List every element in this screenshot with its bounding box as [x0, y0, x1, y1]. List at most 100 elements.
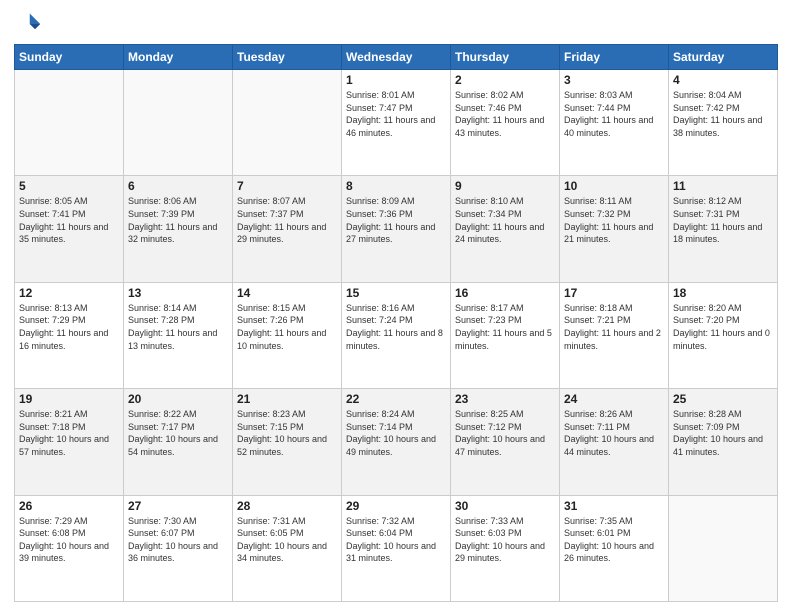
calendar-cell: 19 Sunrise: 8:21 AMSunset: 7:18 PMDayligh…: [15, 389, 124, 495]
day-info: Sunrise: 8:18 AMSunset: 7:21 PMDaylight:…: [564, 302, 664, 352]
day-number: 22: [346, 392, 446, 406]
calendar-cell: 10 Sunrise: 8:11 AMSunset: 7:32 PMDayligh…: [560, 176, 669, 282]
day-info: Sunrise: 7:30 AMSunset: 6:07 PMDaylight:…: [128, 515, 228, 565]
day-number: 31: [564, 499, 664, 513]
day-number: 3: [564, 73, 664, 87]
logo-icon: [14, 10, 42, 38]
day-info: Sunrise: 8:20 AMSunset: 7:20 PMDaylight:…: [673, 302, 773, 352]
day-info: Sunrise: 8:05 AMSunset: 7:41 PMDaylight:…: [19, 195, 119, 245]
calendar-week-row: 1 Sunrise: 8:01 AMSunset: 7:47 PMDaylight…: [15, 70, 778, 176]
day-info: Sunrise: 8:09 AMSunset: 7:36 PMDaylight:…: [346, 195, 446, 245]
day-info: Sunrise: 8:24 AMSunset: 7:14 PMDaylight:…: [346, 408, 446, 458]
day-number: 14: [237, 286, 337, 300]
day-number: 4: [673, 73, 773, 87]
day-number: 15: [346, 286, 446, 300]
day-info: Sunrise: 8:16 AMSunset: 7:24 PMDaylight:…: [346, 302, 446, 352]
weekday-header: Saturday: [669, 45, 778, 70]
day-number: 7: [237, 179, 337, 193]
calendar-week-row: 5 Sunrise: 8:05 AMSunset: 7:41 PMDaylight…: [15, 176, 778, 282]
page: SundayMondayTuesdayWednesdayThursdayFrid…: [0, 0, 792, 612]
calendar-cell: 12 Sunrise: 8:13 AMSunset: 7:29 PMDayligh…: [15, 282, 124, 388]
day-number: 12: [19, 286, 119, 300]
calendar-cell: 4 Sunrise: 8:04 AMSunset: 7:42 PMDaylight…: [669, 70, 778, 176]
day-info: Sunrise: 8:28 AMSunset: 7:09 PMDaylight:…: [673, 408, 773, 458]
day-number: 5: [19, 179, 119, 193]
day-number: 9: [455, 179, 555, 193]
day-number: 6: [128, 179, 228, 193]
calendar-week-row: 12 Sunrise: 8:13 AMSunset: 7:29 PMDayligh…: [15, 282, 778, 388]
day-info: Sunrise: 8:07 AMSunset: 7:37 PMDaylight:…: [237, 195, 337, 245]
calendar-cell: 24 Sunrise: 8:26 AMSunset: 7:11 PMDayligh…: [560, 389, 669, 495]
calendar-cell: 8 Sunrise: 8:09 AMSunset: 7:36 PMDaylight…: [342, 176, 451, 282]
day-info: Sunrise: 8:26 AMSunset: 7:11 PMDaylight:…: [564, 408, 664, 458]
calendar-cell: 31 Sunrise: 7:35 AMSunset: 6:01 PMDayligh…: [560, 495, 669, 601]
day-number: 27: [128, 499, 228, 513]
calendar-cell: [669, 495, 778, 601]
day-info: Sunrise: 8:21 AMSunset: 7:18 PMDaylight:…: [19, 408, 119, 458]
calendar-week-row: 26 Sunrise: 7:29 AMSunset: 6:08 PMDayligh…: [15, 495, 778, 601]
calendar-cell: 23 Sunrise: 8:25 AMSunset: 7:12 PMDayligh…: [451, 389, 560, 495]
day-info: Sunrise: 7:31 AMSunset: 6:05 PMDaylight:…: [237, 515, 337, 565]
day-number: 21: [237, 392, 337, 406]
day-number: 2: [455, 73, 555, 87]
day-number: 26: [19, 499, 119, 513]
day-info: Sunrise: 7:32 AMSunset: 6:04 PMDaylight:…: [346, 515, 446, 565]
calendar-cell: 25 Sunrise: 8:28 AMSunset: 7:09 PMDayligh…: [669, 389, 778, 495]
day-info: Sunrise: 8:01 AMSunset: 7:47 PMDaylight:…: [346, 89, 446, 139]
calendar-cell: 3Sunrise: 8:03 AMSunset: 7:44 PMDaylight…: [560, 70, 669, 176]
calendar-cell: 17 Sunrise: 8:18 AMSunset: 7:21 PMDayligh…: [560, 282, 669, 388]
calendar-cell: 28 Sunrise: 7:31 AMSunset: 6:05 PMDayligh…: [233, 495, 342, 601]
day-info: Sunrise: 8:10 AMSunset: 7:34 PMDaylight:…: [455, 195, 555, 245]
day-info: Sunrise: 8:02 AMSunset: 7:46 PMDaylight:…: [455, 89, 555, 139]
calendar-cell: [15, 70, 124, 176]
day-info: Sunrise: 7:29 AMSunset: 6:08 PMDaylight:…: [19, 515, 119, 565]
day-number: 23: [455, 392, 555, 406]
day-number: 29: [346, 499, 446, 513]
day-number: 20: [128, 392, 228, 406]
day-number: 18: [673, 286, 773, 300]
calendar-cell: 11Sunrise: 8:12 AMSunset: 7:31 PMDayligh…: [669, 176, 778, 282]
calendar-week-row: 19 Sunrise: 8:21 AMSunset: 7:18 PMDayligh…: [15, 389, 778, 495]
calendar-cell: 16 Sunrise: 8:17 AMSunset: 7:23 PMDayligh…: [451, 282, 560, 388]
day-info: Sunrise: 8:06 AMSunset: 7:39 PMDaylight:…: [128, 195, 228, 245]
day-number: 13: [128, 286, 228, 300]
calendar-cell: [124, 70, 233, 176]
day-info: Sunrise: 8:14 AMSunset: 7:28 PMDaylight:…: [128, 302, 228, 352]
day-number: 30: [455, 499, 555, 513]
weekday-header: Sunday: [15, 45, 124, 70]
day-info: Sunrise: 8:23 AMSunset: 7:15 PMDaylight:…: [237, 408, 337, 458]
calendar-cell: [233, 70, 342, 176]
calendar-cell: 30Sunrise: 7:33 AMSunset: 6:03 PMDayligh…: [451, 495, 560, 601]
day-info: Sunrise: 7:35 AMSunset: 6:01 PMDaylight:…: [564, 515, 664, 565]
day-number: 28: [237, 499, 337, 513]
calendar-cell: 2 Sunrise: 8:02 AMSunset: 7:46 PMDaylight…: [451, 70, 560, 176]
weekday-header: Thursday: [451, 45, 560, 70]
day-number: 17: [564, 286, 664, 300]
day-info: Sunrise: 8:11 AMSunset: 7:32 PMDaylight:…: [564, 195, 664, 245]
day-number: 19: [19, 392, 119, 406]
day-info: Sunrise: 8:17 AMSunset: 7:23 PMDaylight:…: [455, 302, 555, 352]
calendar-cell: 6 Sunrise: 8:06 AMSunset: 7:39 PMDaylight…: [124, 176, 233, 282]
header: [14, 10, 778, 38]
calendar-cell: 14Sunrise: 8:15 AMSunset: 7:26 PMDayligh…: [233, 282, 342, 388]
calendar-cell: 21 Sunrise: 8:23 AMSunset: 7:15 PMDayligh…: [233, 389, 342, 495]
weekday-header: Monday: [124, 45, 233, 70]
day-info: Sunrise: 8:04 AMSunset: 7:42 PMDaylight:…: [673, 89, 773, 139]
calendar-cell: 29 Sunrise: 7:32 AMSunset: 6:04 PMDayligh…: [342, 495, 451, 601]
day-number: 25: [673, 392, 773, 406]
weekday-header: Friday: [560, 45, 669, 70]
day-number: 24: [564, 392, 664, 406]
day-info: Sunrise: 8:13 AMSunset: 7:29 PMDaylight:…: [19, 302, 119, 352]
calendar-cell: 26 Sunrise: 7:29 AMSunset: 6:08 PMDayligh…: [15, 495, 124, 601]
day-number: 8: [346, 179, 446, 193]
day-number: 16: [455, 286, 555, 300]
day-number: 11: [673, 179, 773, 193]
day-number: 1: [346, 73, 446, 87]
day-info: Sunrise: 8:22 AMSunset: 7:17 PMDaylight:…: [128, 408, 228, 458]
logo: [14, 10, 44, 38]
calendar-cell: 7 Sunrise: 8:07 AMSunset: 7:37 PMDaylight…: [233, 176, 342, 282]
calendar-cell: 18 Sunrise: 8:20 AMSunset: 7:20 PMDayligh…: [669, 282, 778, 388]
day-number: 10: [564, 179, 664, 193]
calendar-cell: 9 Sunrise: 8:10 AMSunset: 7:34 PMDaylight…: [451, 176, 560, 282]
day-info: Sunrise: 8:25 AMSunset: 7:12 PMDaylight:…: [455, 408, 555, 458]
